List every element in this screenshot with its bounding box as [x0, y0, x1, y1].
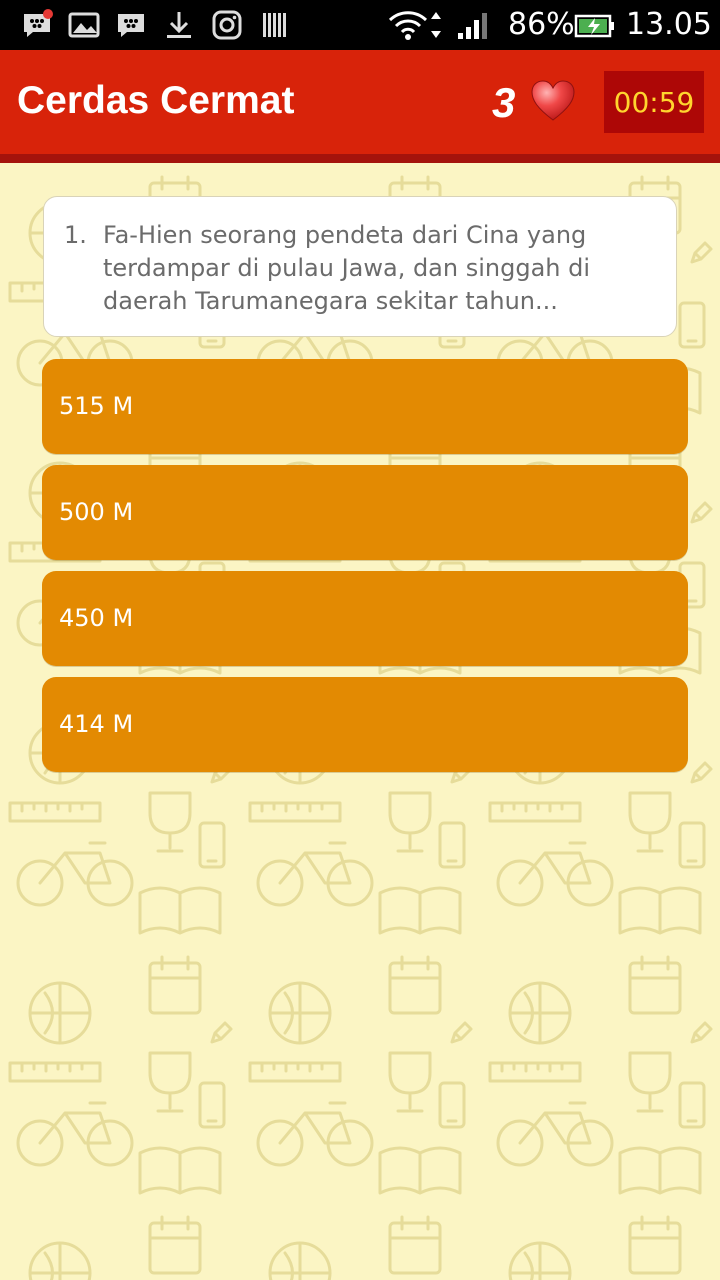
answer-option-1[interactable]: 515 M: [42, 359, 688, 454]
answer-option-2[interactable]: 500 M: [42, 465, 688, 560]
battery-percent: 86%: [508, 7, 575, 42]
heart-icon: [531, 80, 575, 121]
gallery-icon: [67, 8, 101, 42]
timer-text: 00:59: [613, 85, 695, 119]
battery-icon: [574, 8, 616, 42]
question-text: Fa-Hien seorang pendeta dari Cina yang t…: [103, 221, 591, 315]
app-bar-shadow: [0, 154, 720, 163]
bbm-icon: [114, 8, 148, 42]
question-number: 1.: [64, 221, 87, 249]
answer-option-3[interactable]: 450 M: [42, 571, 688, 666]
question-card: 1. Fa-Hien seorang pendeta dari Cina yan…: [43, 196, 677, 337]
lives-count: 3: [492, 79, 516, 126]
timer-box: 00:59: [604, 71, 704, 133]
bbm-notification-icon: [20, 8, 54, 42]
status-bar: 86% 13.05: [0, 0, 720, 50]
answer-option-4[interactable]: 414 M: [42, 677, 688, 772]
download-icon: [162, 8, 196, 42]
answer-label: 414 M: [59, 710, 134, 738]
answer-label: 450 M: [59, 604, 134, 632]
wifi-icon: [386, 8, 430, 42]
clock: 13.05: [626, 7, 712, 42]
app-title: Cerdas Cermat: [17, 79, 295, 122]
data-arrows-icon: [428, 8, 444, 42]
barcode-icon: [258, 8, 292, 42]
instagram-icon: [210, 8, 244, 42]
answer-label: 500 M: [59, 498, 134, 526]
signal-icon: [456, 8, 492, 42]
answer-label: 515 M: [59, 392, 134, 420]
